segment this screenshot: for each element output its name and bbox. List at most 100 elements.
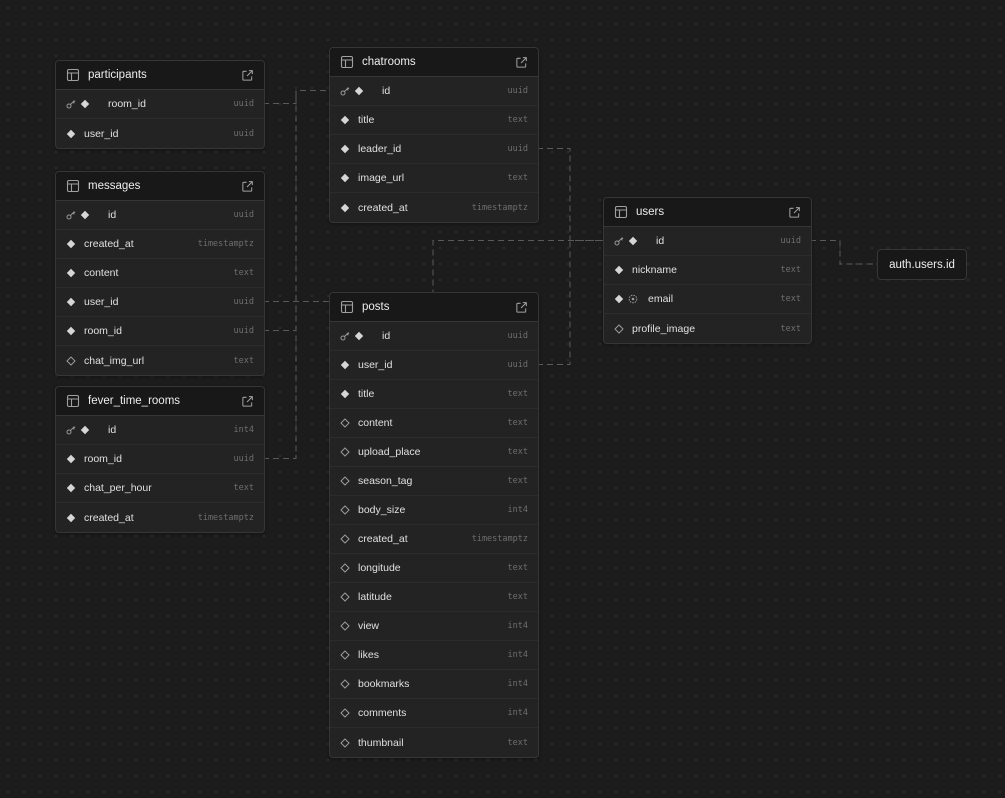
column-type: uuid [233, 454, 254, 464]
open-table-icon[interactable] [515, 56, 528, 69]
nullable-diamond-icon [340, 505, 350, 515]
not-null-diamond-icon [80, 99, 90, 109]
column-type: timestamptz [197, 239, 254, 249]
column-row-profile-image[interactable]: profile_image text [604, 314, 811, 343]
column-icons [340, 360, 350, 370]
table-node-fever-time-rooms[interactable]: fever_time_rooms id int4 room_id uuid chat_pe… [55, 386, 265, 533]
primary-key-icon [66, 425, 76, 435]
table-title: participants [88, 69, 147, 81]
column-row-body-size[interactable]: body_size int4 [330, 496, 538, 525]
column-row-content[interactable]: content text [56, 259, 264, 288]
column-type: uuid [507, 331, 528, 341]
column-row-bookmarks[interactable]: bookmarks int4 [330, 670, 538, 699]
column-icons [340, 115, 350, 125]
column-row-view[interactable]: view int4 [330, 612, 538, 641]
column-icons [66, 454, 76, 464]
column-row-nickname[interactable]: nickname text [604, 256, 811, 285]
open-table-icon[interactable] [241, 395, 254, 408]
table-node-messages[interactable]: messages id uuid created_at timestamptz conte… [55, 171, 265, 376]
column-row-title[interactable]: title text [330, 106, 538, 135]
table-header: messages [56, 172, 264, 201]
column-type: text [507, 418, 528, 428]
table-node-chatrooms[interactable]: chatrooms id uuid title text leader_id uuid ima… [329, 47, 539, 223]
open-table-icon[interactable] [241, 180, 254, 193]
column-type: timestamptz [197, 512, 254, 523]
column-row-room-id[interactable]: room_id uuid [56, 317, 264, 346]
table-node-participants[interactable]: participants room_id uuid user_id uuid [55, 60, 265, 149]
column-name: image_url [358, 172, 405, 184]
table-title: messages [88, 180, 141, 192]
column-row-user-id[interactable]: user_id uuid [330, 351, 538, 380]
column-row-id[interactable]: id uuid [56, 201, 264, 230]
table-header: posts [330, 293, 538, 322]
not-null-diamond-icon [66, 326, 76, 336]
not-null-diamond-icon [80, 210, 90, 220]
column-type: text [233, 483, 254, 493]
column-row-chat-img-url[interactable]: chat_img_url text [56, 346, 264, 375]
not-null-diamond-icon [80, 425, 90, 435]
column-name: created_at [358, 201, 408, 214]
external-ref-label: auth.users.id [889, 258, 955, 271]
table-title: users [636, 206, 665, 218]
table-title: fever_time_rooms [88, 395, 181, 407]
column-row-chat-per-hour[interactable]: chat_per_hour text [56, 474, 264, 503]
column-type: int4 [507, 505, 528, 515]
table-icon [66, 179, 80, 193]
column-icons [340, 476, 350, 486]
column-row-content[interactable]: content text [330, 409, 538, 438]
column-row-created-at[interactable]: created_at timestamptz [330, 193, 538, 222]
column-name: upload_place [358, 446, 421, 458]
column-row-email[interactable]: email text [604, 285, 811, 314]
column-type: text [780, 294, 801, 304]
column-row-comments[interactable]: comments int4 [330, 699, 538, 728]
column-row-upload-place[interactable]: upload_place text [330, 438, 538, 467]
not-null-diamond-icon [66, 513, 76, 523]
nullable-diamond-icon [340, 592, 350, 602]
column-row-id[interactable]: id uuid [604, 227, 811, 256]
not-null-diamond-icon [340, 173, 350, 183]
column-row-id[interactable]: id uuid [330, 77, 538, 106]
column-icons [340, 679, 350, 689]
open-table-icon[interactable] [515, 301, 528, 314]
primary-key-icon [340, 86, 350, 96]
column-row-user-id[interactable]: user_id uuid [56, 119, 264, 148]
schema-canvas[interactable]: participants room_id uuid user_id uuid messa… [0, 0, 1005, 798]
column-row-user-id[interactable]: user_id uuid [56, 288, 264, 317]
external-ref-node[interactable]: auth.users.id [877, 249, 967, 280]
column-row-id[interactable]: id uuid [330, 322, 538, 351]
column-icons [340, 563, 350, 573]
column-icons [340, 534, 350, 544]
nullable-diamond-icon [340, 418, 350, 428]
open-table-icon[interactable] [241, 69, 254, 82]
table-node-posts[interactable]: posts id uuid user_id uuid title text content te… [329, 292, 539, 758]
column-row-title[interactable]: title text [330, 380, 538, 409]
open-table-icon[interactable] [788, 206, 801, 219]
column-row-thumbnail[interactable]: thumbnail text [330, 728, 538, 757]
column-row-room-id[interactable]: room_id uuid [56, 90, 264, 119]
column-row-created-at[interactable]: created_at timestamptz [56, 230, 264, 259]
primary-key-icon [614, 236, 624, 246]
column-icons [66, 326, 76, 336]
column-icons [340, 708, 350, 718]
column-row-longitude[interactable]: longitude text [330, 554, 538, 583]
column-name: content [84, 267, 119, 279]
column-row-likes[interactable]: likes int4 [330, 641, 538, 670]
column-name: id [382, 330, 391, 342]
column-row-id[interactable]: id int4 [56, 416, 264, 445]
column-icons [340, 505, 350, 515]
column-name: room_id [108, 98, 146, 110]
column-row-season-tag[interactable]: season_tag text [330, 467, 538, 496]
table-node-users[interactable]: users id uuid nickname text email text profile_… [603, 197, 812, 344]
column-row-latitude[interactable]: latitude text [330, 583, 538, 612]
column-name: id [108, 424, 117, 436]
column-row-leader-id[interactable]: leader_id uuid [330, 135, 538, 164]
column-row-image-url[interactable]: image_url text [330, 164, 538, 193]
column-icons [340, 203, 350, 213]
column-row-created-at[interactable]: created_at timestamptz [56, 503, 264, 532]
column-name: profile_image [632, 322, 696, 335]
column-row-created-at[interactable]: created_at timestamptz [330, 525, 538, 554]
column-icons [340, 389, 350, 399]
column-name: comments [358, 707, 407, 719]
column-name: id [656, 235, 665, 247]
column-row-room-id[interactable]: room_id uuid [56, 445, 264, 474]
